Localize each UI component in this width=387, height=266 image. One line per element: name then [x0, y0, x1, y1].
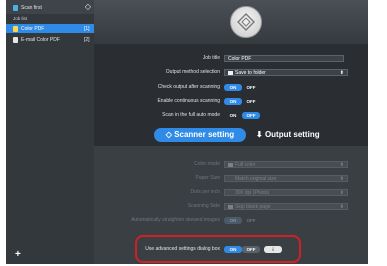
dpi-value: 300 dpi (Photo): [235, 189, 270, 196]
job-name: Color PDF: [21, 25, 45, 32]
job-list-item-color-pdf[interactable]: Color PDF [1]: [6, 24, 94, 33]
output-method-select[interactable]: Save to folder ⬍: [224, 68, 348, 76]
check-output-row: Check output after scanning ON OFF: [94, 83, 368, 91]
toggle-off[interactable]: OFF: [242, 84, 260, 91]
paper-size-select[interactable]: Match original size ⬍: [224, 174, 348, 182]
check-output-toggle[interactable]: ON OFF: [224, 83, 260, 91]
auto-straighten-label: Automatically straighten skewed images: [131, 217, 220, 223]
scanning-side-value: Skip blank page: [235, 203, 271, 210]
settings-gear-icon[interactable]: ◇: [84, 3, 92, 11]
job-list-label: Job list: [13, 16, 28, 21]
continuous-scan-row: Enable continuous scanning ON OFF: [94, 97, 368, 105]
scan-first-item[interactable]: Scan first: [6, 3, 94, 12]
job-icon: [13, 25, 18, 32]
continuous-scan-toggle[interactable]: ON OFF: [224, 97, 260, 105]
select-arrow-icon: ⬍: [339, 203, 344, 210]
color-mode-label: Color mode: [194, 161, 220, 167]
color-icon: [228, 162, 233, 167]
toggle-on[interactable]: ON: [224, 83, 242, 91]
job-name: E-mail Color PDF: [21, 36, 60, 43]
scan-diamond-icon: [237, 13, 255, 31]
tab-scanner-setting[interactable]: ◇ Scanner setting: [154, 128, 246, 142]
dpi-label: Dots per inch: [190, 189, 220, 195]
dpi-select[interactable]: 300 dpi (Photo) ⬍: [224, 188, 348, 196]
output-method-value: Save to folder: [235, 69, 266, 76]
toggle-off[interactable]: OFF: [242, 217, 260, 224]
color-mode-value: Full color: [235, 161, 256, 168]
top-bar: [94, 0, 368, 44]
output-method-row: Output method selection Save to folder ⬍: [94, 68, 368, 76]
color-mode-row: Color mode Full color ⬍: [94, 160, 368, 168]
job-number: [1]: [84, 25, 90, 32]
sidebar: Scan first ◇ Job list Color PDF [1] E-ma…: [6, 0, 94, 264]
job-title-input[interactable]: Color PDF: [224, 54, 344, 62]
tab-output-label: Output setting: [264, 130, 320, 139]
scanning-side-label: Scanning Side: [187, 203, 220, 209]
job-title-row: Job title Color PDF: [94, 54, 368, 62]
main-panel: Job title Color PDF Output method select…: [94, 0, 368, 264]
dpi-row: Dots per inch 300 dpi (Photo) ⬍: [94, 188, 368, 196]
settings-tabs: ◇ Scanner setting ⬇ Output setting: [154, 128, 374, 144]
select-arrow-icon: ⬍: [339, 161, 344, 168]
add-job-button[interactable]: +: [15, 250, 21, 260]
full-auto-row: Scan in the full auto mode ON OFF: [94, 111, 368, 119]
continuous-scan-label: Enable continuous scanning: [157, 98, 220, 104]
page-icon: [228, 204, 233, 209]
full-auto-label: Scan in the full auto mode: [162, 112, 220, 118]
scanning-side-row: Scanning Side Skip blank page ⬍: [94, 202, 368, 210]
toggle-off[interactable]: OFF: [242, 111, 260, 119]
color-mode-select[interactable]: Full color ⬍: [224, 160, 348, 168]
select-arrow-icon: ⬍: [339, 175, 344, 182]
job-icon: [13, 36, 18, 43]
toggle-off[interactable]: OFF: [242, 98, 260, 105]
select-arrow-icon: ⬍: [339, 189, 344, 196]
download-arrow-icon: ⬇: [256, 130, 265, 139]
toggle-on[interactable]: ON: [224, 112, 242, 119]
paper-size-label: Paper Size: [195, 175, 220, 181]
paper-size-value: Match original size: [235, 175, 277, 182]
scan-button[interactable]: [230, 6, 262, 38]
scanning-side-select[interactable]: Skip blank page ⬍: [224, 202, 348, 210]
check-output-label: Check output after scanning: [157, 84, 220, 90]
highlight-box: [135, 235, 301, 263]
scanner-tab-icon: ◇: [165, 130, 175, 139]
toggle-on[interactable]: ON: [224, 97, 242, 105]
job-number: [2]: [84, 36, 90, 43]
job-title-label: Job title: [202, 55, 220, 61]
output-method-label: Output method selection: [165, 69, 220, 75]
folder-icon: [228, 70, 233, 75]
auto-straighten-toggle[interactable]: ON OFF: [224, 216, 260, 224]
full-auto-toggle[interactable]: ON OFF: [224, 111, 260, 119]
toggle-on[interactable]: ON: [224, 216, 242, 224]
job-list-item-email-color-pdf[interactable]: E-mail Color PDF [2]: [6, 35, 94, 44]
select-arrow-icon: ⬍: [339, 69, 344, 76]
tab-scanner-label: Scanner setting: [174, 130, 235, 139]
tab-output-setting[interactable]: ⬇ Output setting: [256, 128, 356, 142]
scanner-icon: [13, 4, 18, 11]
auto-straighten-row: Automatically straighten skewed images O…: [94, 216, 368, 224]
paper-size-row: Paper Size Match original size ⬍: [94, 174, 368, 182]
